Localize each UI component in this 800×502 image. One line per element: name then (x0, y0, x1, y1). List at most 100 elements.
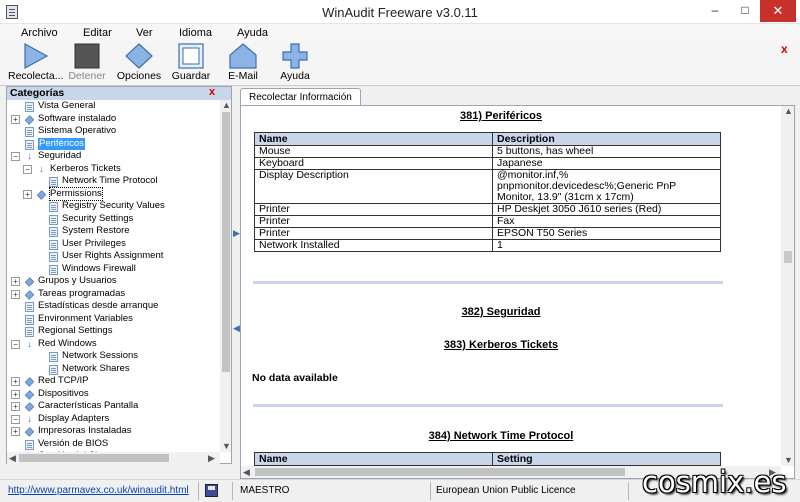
collapse-right-icon[interactable]: ▶ (233, 228, 240, 238)
tree-item[interactable]: Windows Firewall (7, 263, 219, 276)
tree-item[interactable]: + Red TCP/IP (7, 375, 219, 388)
document-icon (49, 239, 58, 250)
table-header-name: Name (254, 132, 493, 146)
expand-icon[interactable]: + (23, 189, 32, 199)
document-icon (49, 364, 58, 375)
collapse-icon[interactable]: − (11, 339, 20, 349)
tree-item[interactable]: − ↓ Red Windows (7, 338, 219, 351)
expand-icon[interactable]: + (11, 277, 20, 286)
tree-item[interactable]: Environment Variables (7, 313, 219, 326)
minimize-button[interactable]: – (700, 0, 730, 22)
detener-label: Detener (68, 70, 106, 82)
menu-editar[interactable]: Editar (83, 27, 112, 39)
tree-item[interactable]: + Impresoras Instaladas (7, 425, 219, 438)
scroll-down-icon[interactable]: ▼ (222, 441, 231, 451)
tree-item[interactable]: Vista General (7, 100, 219, 113)
recolectar-button[interactable]: Recolecta... (8, 43, 63, 82)
arrow-down-icon: ↓ (39, 163, 44, 175)
tab-recolectar-informacion[interactable]: Recolectar Información (240, 88, 361, 106)
tree-item[interactable]: User Privileges (7, 238, 219, 251)
tree-item[interactable]: + Tareas programadas (7, 288, 219, 301)
scroll-right-icon[interactable]: ▶ (208, 453, 215, 463)
opciones-button[interactable]: Opciones (116, 43, 162, 82)
menu-ayuda[interactable]: Ayuda (237, 27, 268, 39)
collapse-icon[interactable]: − (23, 164, 32, 174)
tree-item[interactable]: + Grupos y Usuarios (7, 275, 219, 288)
expand-icon[interactable]: + (11, 389, 20, 399)
tree-item-label: Network Sessions (62, 350, 139, 361)
tree-item[interactable]: User Rights Assignment (7, 250, 219, 263)
tree-item[interactable]: Registry Security Values (7, 200, 219, 213)
tree-item-label: Environment Variables (38, 312, 133, 324)
document-icon (49, 352, 58, 362)
scroll-left-icon[interactable]: ◀ (9, 453, 16, 463)
website-link[interactable]: http://www.parmavex.co.uk/winaudit.html (8, 485, 189, 496)
scroll-left-icon[interactable]: ◀ (243, 467, 250, 477)
tree-item-label: System Restore (62, 225, 130, 236)
scroll-up-icon[interactable]: ▲ (222, 100, 231, 110)
content-vertical-scrollbar[interactable]: ▲ ▼ (781, 106, 794, 466)
tree-horizontal-scrollbar[interactable]: ◀ ▶ (7, 452, 220, 464)
tree-item-label: Impresoras Instaladas (38, 425, 132, 436)
diamond-icon (24, 402, 35, 412)
diamond-icon (24, 114, 35, 125)
tree-item[interactable]: + Características Pantalla (7, 400, 219, 413)
tree-item[interactable]: Security Settings (7, 213, 219, 226)
menu-idioma[interactable]: Idioma (179, 27, 212, 39)
detener-button[interactable]: Detener (66, 43, 108, 82)
expand-icon[interactable]: + (11, 377, 20, 386)
expand-icon[interactable]: + (11, 402, 20, 411)
expand-icon[interactable]: + (11, 427, 20, 436)
tree-item[interactable]: Regional Settings (7, 325, 219, 338)
tree-item[interactable]: − ↓ Display Adapters (7, 413, 219, 426)
collapse-icon[interactable]: − (11, 152, 20, 161)
tree-item[interactable]: System Restore (7, 225, 219, 238)
document-icon (49, 264, 58, 275)
document-icon (49, 177, 58, 187)
tree-item[interactable]: Network Shares (7, 363, 219, 376)
panel-splitter[interactable]: ▶ ◀ (232, 86, 240, 464)
tree-scroll-thumb[interactable] (222, 112, 230, 372)
tree-item[interactable]: Estadísticas desde arranque (7, 300, 219, 313)
expand-icon[interactable]: + (11, 114, 20, 124)
arrow-down-icon: ↓ (27, 338, 32, 350)
tree-item[interactable]: Versión de BIOS (7, 438, 219, 451)
tree-item[interactable]: Network Sessions (7, 350, 219, 363)
tree-item[interactable]: Sistema Operativo (7, 125, 219, 138)
content-hscroll-thumb[interactable] (255, 468, 625, 476)
tree-vertical-scrollbar[interactable]: ▲ ▼ (220, 100, 231, 452)
maximize-button[interactable]: □ (730, 0, 760, 22)
ayuda-button[interactable]: Ayuda (274, 43, 316, 82)
diamond-icon (125, 43, 153, 69)
tree-item[interactable]: + Software instalado (7, 113, 219, 126)
tree-item[interactable]: Periféricos (7, 137, 219, 150)
menu-ver[interactable]: Ver (136, 27, 153, 39)
tree-item-label: Permissions (49, 186, 103, 201)
collapse-left-icon[interactable]: ◀ (233, 323, 240, 333)
content-scroll-thumb[interactable] (784, 251, 792, 263)
tree-item[interactable]: + Dispositivos (7, 388, 219, 401)
toolbar-close-icon[interactable]: x (781, 42, 788, 56)
close-window-button[interactable]: ✕ (760, 0, 796, 22)
perifericos-table: Name Description Mouse 5 buttons, has whe… (254, 132, 721, 252)
tree-item-label: Network Time Protocol (62, 175, 158, 186)
expand-icon[interactable]: + (11, 289, 20, 299)
categories-title: Categorías (10, 87, 65, 99)
collapse-icon[interactable]: − (11, 414, 20, 424)
panel-close-icon[interactable]: x (209, 86, 215, 98)
tree-item-label: Seguridad (38, 150, 82, 161)
tree-item[interactable]: + Permissions (7, 186, 219, 201)
table-header-name: Name (254, 452, 493, 466)
tree-item[interactable]: − ↓ Kerberos Tickets (7, 163, 219, 176)
menu-archivo[interactable]: Archivo (21, 27, 58, 39)
tree-item[interactable]: Network Time Protocol (7, 175, 219, 188)
tree-hscroll-thumb[interactable] (19, 454, 169, 462)
status-divider (232, 482, 233, 500)
tree-item[interactable]: − ↓ Seguridad (7, 150, 219, 163)
guardar-button[interactable]: Guardar (170, 43, 212, 82)
categories-panel: Categorías x Vista General + Software inst… (6, 86, 232, 464)
scroll-up-icon[interactable]: ▲ (784, 106, 793, 116)
tree-item-label: Security Settings (62, 212, 134, 224)
scroll-down-icon[interactable]: ▼ (784, 455, 793, 465)
email-button[interactable]: E-Mail (222, 43, 264, 82)
